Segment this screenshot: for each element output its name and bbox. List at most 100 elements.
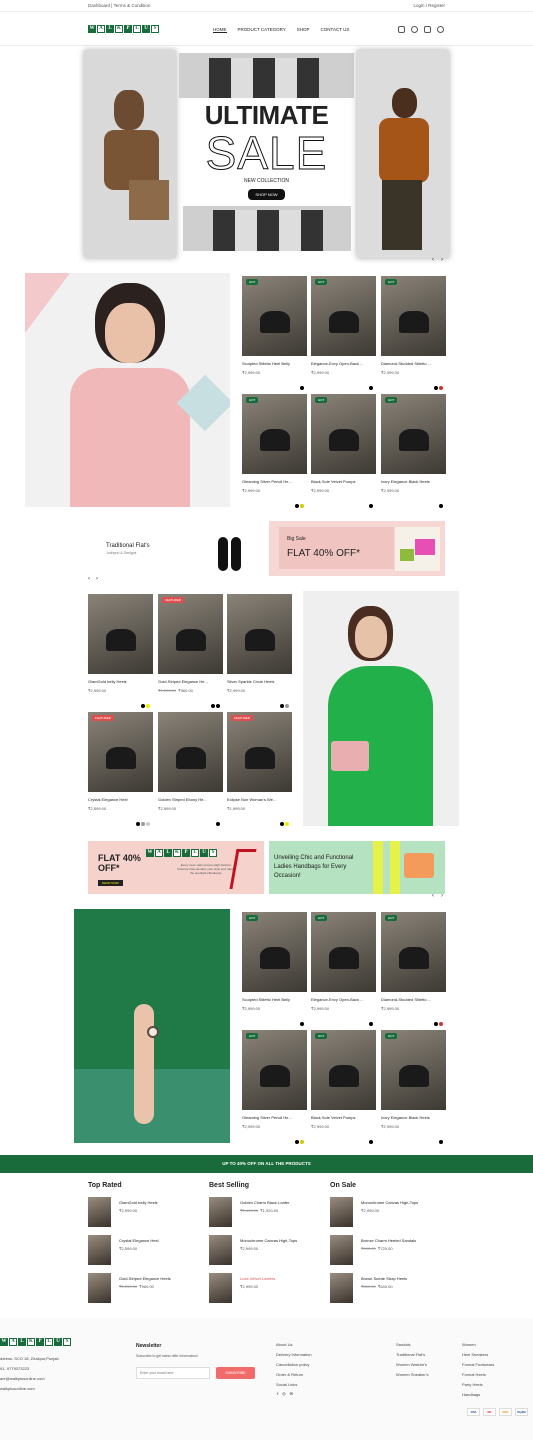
heart-icon[interactable] (411, 26, 418, 33)
product-name[interactable]: Silver Sparkle Circle Heels (227, 679, 287, 684)
product-image[interactable]: HOT (311, 1030, 376, 1110)
product-name[interactable]: Gold-Striped Elegance He... (158, 679, 218, 684)
list-item-name[interactable]: Golden Charm Black Loafer (240, 1200, 289, 1205)
list-item[interactable]: Gold-Striped Elegance Heels ₹1,200.00 ₹960… (88, 1273, 208, 1311)
product-card[interactable]: FEATURED Crystal Elegance Heel ₹2,599.00 (88, 712, 153, 826)
color-swatch[interactable] (141, 704, 145, 708)
product-name[interactable]: Black Sole Velvet Pumps (311, 479, 371, 484)
list-item[interactable]: Bronze Charm Heeled Sandals ₹900.00 ₹720.0… (330, 1235, 450, 1273)
product-card[interactable]: HOT Black Sole Velvet Pumps ₹2,999.00 (311, 1030, 376, 1144)
product-image[interactable] (158, 712, 223, 792)
chevron-right-icon[interactable]: › (441, 257, 443, 263)
list-item-name[interactable]: Brown Suede Strap Heels (361, 1276, 407, 1281)
footer-link[interactable]: Traditional Flat's (396, 1350, 428, 1360)
product-image[interactable] (227, 594, 292, 674)
footer-link[interactable]: Handbags (462, 1390, 494, 1400)
footer-link[interactable]: Order & Return (276, 1370, 312, 1380)
color-swatch[interactable] (280, 704, 284, 708)
color-swatch[interactable] (146, 704, 150, 708)
footer-link[interactable]: Cancellation policy (276, 1360, 312, 1370)
color-swatch[interactable] (285, 822, 289, 826)
product-card[interactable]: HOT Black Sole Velvet Pumps ₹2,999.00 (311, 394, 376, 508)
color-swatch[interactable] (216, 822, 220, 826)
product-card[interactable]: HOT Diamond-Studded Stiletto ... ₹2,999.00 (381, 276, 446, 390)
product-card[interactable]: GlamGold belly Heels ₹2,999.00 (88, 594, 153, 708)
top-links[interactable]: Dashboard | Terms & Condition (88, 3, 150, 8)
product-image[interactable]: HOT (381, 1030, 446, 1110)
color-swatch[interactable] (300, 1022, 304, 1026)
list-item-name[interactable]: Luxe Velvet Loafers (240, 1276, 275, 1281)
brand-logo[interactable]: WALKPLUS (88, 25, 159, 33)
product-image[interactable]: HOT (242, 276, 307, 356)
facebook-icon[interactable]: f (277, 1391, 278, 1396)
product-card[interactable]: HOT Elegance-Envy Open-Back ... ₹2,999.00 (311, 912, 376, 1026)
color-swatch[interactable] (280, 822, 284, 826)
list-item-name[interactable]: Gold-Striped Elegance Heels (119, 1276, 171, 1281)
list-item-image[interactable] (88, 1197, 111, 1227)
whatsapp-icon[interactable]: ◎ (282, 1391, 286, 1396)
product-name[interactable]: Elegance-Envy Open-Back ... (311, 997, 371, 1002)
product-image[interactable] (88, 594, 153, 674)
color-swatch[interactable] (216, 704, 220, 708)
product-name[interactable]: Gleaming Silver Pencil He... (242, 479, 302, 484)
product-card[interactable]: HOT Diamond-Studded Stiletto ... ₹2,999.00 (381, 912, 446, 1026)
product-name[interactable]: Golden Striped Ebony He... (158, 797, 218, 802)
product-name[interactable]: Diamond-Studded Stiletto ... (381, 997, 441, 1002)
promo-shop-now[interactable]: SHOP NOW (98, 880, 123, 886)
login-register-link[interactable]: Login / Register (413, 3, 445, 8)
cart-icon[interactable] (424, 26, 431, 33)
product-name[interactable]: Diamond-Studded Stiletto ... (381, 361, 441, 366)
mail-icon[interactable]: ✉ (290, 1391, 293, 1396)
color-swatch[interactable] (300, 504, 304, 508)
color-swatch[interactable] (141, 822, 145, 826)
product-card[interactable]: FEATURED Eclipse Noir Woman's We... ₹1,999… (227, 712, 292, 826)
nav-home[interactable]: HOME (213, 27, 227, 33)
handbags-promo-banner[interactable]: Unveiling Chic and Functional Ladies Han… (269, 841, 445, 894)
product-name[interactable]: Sculpted Stiletto Heel Belly (242, 361, 302, 366)
footer-link[interactable]: Delivery Information (276, 1350, 312, 1360)
chevron-right-icon[interactable]: › (441, 893, 443, 899)
list-item-image[interactable] (330, 1273, 353, 1303)
product-card[interactable]: FEATURED Gold-Striped Elegance He... ₹1,20… (158, 594, 223, 708)
product-image[interactable]: HOT (242, 1030, 307, 1110)
color-swatch[interactable] (369, 386, 373, 390)
nav-shop[interactable]: SHOP (297, 27, 310, 33)
product-image[interactable]: HOT (311, 394, 376, 474)
list-item-image[interactable] (209, 1235, 232, 1265)
newsletter-email-input[interactable] (136, 1367, 210, 1379)
list-item-image[interactable] (330, 1235, 353, 1265)
product-card[interactable]: HOT Sculpted Stiletto Heel Belly ₹2,999.00 (242, 912, 307, 1026)
heels-promo-banner[interactable]: FLAT 40% OFF* WALKPLUS Every heel: Harmo… (88, 841, 264, 894)
product-image[interactable]: HOT (242, 394, 307, 474)
shop-now-button[interactable]: SHOP NOW (248, 189, 285, 200)
footer-link[interactable]: Social Links (276, 1380, 312, 1390)
product-image[interactable]: FEATURED (88, 712, 153, 792)
product-card[interactable]: HOT Sculpted Stiletto Heel Belly ₹2,999.00 (242, 276, 307, 390)
color-swatch[interactable] (369, 1140, 373, 1144)
color-swatch[interactable] (295, 504, 299, 508)
color-swatch[interactable] (434, 386, 438, 390)
product-card[interactable]: HOT Elegance-Envy Open-Back ... ₹2,999.00 (311, 276, 376, 390)
product-name[interactable]: Sculpted Stiletto Heel Belly (242, 997, 302, 1002)
product-card[interactable]: Silver Sparkle Circle Heels ₹2,999.00 (227, 594, 292, 708)
color-swatch[interactable] (300, 1140, 304, 1144)
color-swatch[interactable] (211, 704, 215, 708)
list-item[interactable]: GlamGold belly Heels ₹2,999.00 (88, 1197, 208, 1235)
list-item-image[interactable] (209, 1197, 232, 1227)
color-swatch[interactable] (439, 1140, 443, 1144)
list-item-name[interactable]: GlamGold belly Heels (119, 1200, 158, 1205)
footer-logo[interactable]: WALKPLUS (0, 1338, 71, 1346)
product-image[interactable]: HOT (381, 276, 446, 356)
list-item-name[interactable]: Monochrome Canvas High-Tops (240, 1238, 297, 1243)
color-swatch[interactable] (300, 386, 304, 390)
product-card[interactable]: HOT Ivory Elegance Black Heels ₹2,999.00 (381, 1030, 446, 1144)
account-icon[interactable] (398, 26, 405, 33)
footer-link[interactable]: Heel Sneakers (462, 1350, 494, 1360)
product-image[interactable]: HOT (381, 912, 446, 992)
list-item[interactable]: Luxe Velvet Loafers ₹2,999.00 (209, 1273, 329, 1311)
chevron-left-icon[interactable]: ‹ (88, 576, 90, 582)
list-item[interactable]: Golden Charm Black Loafer ₹2,400.00 ₹1,920… (209, 1197, 329, 1235)
chevron-left-icon[interactable]: ‹ (432, 893, 434, 899)
chevron-left-icon[interactable]: ‹ (432, 257, 434, 263)
footer-link[interactable]: Women Watche's (396, 1360, 428, 1370)
